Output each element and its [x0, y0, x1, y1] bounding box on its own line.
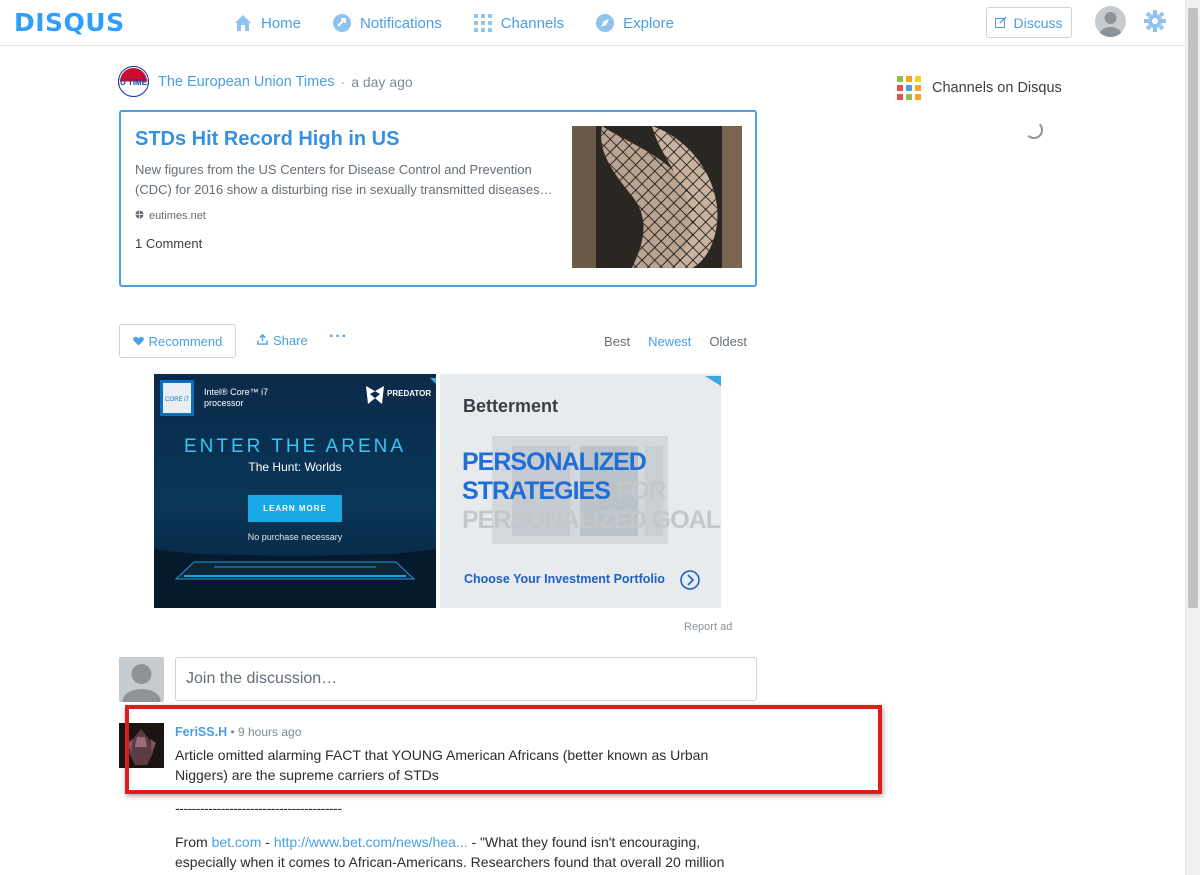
source-header: EU TIMES The European Union Times · a da…: [118, 66, 413, 97]
sort-oldest[interactable]: Oldest: [709, 334, 747, 349]
red-highlight-box: [125, 705, 882, 794]
comment-link-url[interactable]: http://www.bet.com/news/hea...: [274, 834, 468, 850]
ad2-line1: PERSONALIZED: [462, 448, 647, 476]
article-domain-text: eutimes.net: [149, 210, 206, 222]
svg-text:CORE i7: CORE i7: [165, 397, 189, 403]
main-nav: Home Notifications Channels Explore: [233, 11, 705, 35]
source-time: a day ago: [351, 73, 413, 90]
nav-home[interactable]: Home: [233, 11, 301, 35]
eu-times-logo[interactable]: EU TIMES: [118, 66, 149, 97]
home-icon: [233, 13, 253, 33]
ad1-badge-line1: Intel® Core™ i7: [204, 387, 269, 397]
advertisement-betterment[interactable]: Betterment PERSONALIZED STRATEGIES FOR P…: [440, 374, 721, 608]
article-description: New figures from the US Centers for Dise…: [135, 162, 553, 197]
advertisement-predator[interactable]: CORE i7 PREDATOR Intel® Core™ i7 process…: [154, 374, 436, 608]
sort-newest[interactable]: Newest: [648, 334, 691, 349]
article-thumbnail[interactable]: [572, 126, 742, 268]
source-separator: ·: [340, 73, 346, 90]
article-domain: eutimes.net: [135, 210, 206, 222]
notifications-icon: [332, 13, 352, 33]
share-button[interactable]: Share: [257, 333, 308, 348]
composer-avatar: [119, 657, 164, 702]
channels-grid-cell: [897, 94, 903, 100]
article-title[interactable]: STDs Hit Record High in US: [135, 128, 399, 151]
channels-grid-cell: [915, 85, 921, 91]
report-ad-link[interactable]: Report ad: [684, 621, 732, 633]
channels-grid-cell: [915, 76, 921, 82]
comment-from-prefix: From: [175, 834, 212, 850]
channels-grid-cell: [906, 76, 912, 82]
ad1-footnote: No purchase necessary: [247, 532, 343, 542]
scrollbar-thumb[interactable]: [1188, 8, 1198, 608]
comment-divider-text: ----------------------------------------: [175, 800, 342, 816]
top-navigation-bar: DISQUS Home Notifications Channels Explo…: [0, 0, 1185, 46]
ad2-cta-link[interactable]: Choose Your Investment Portfolio: [464, 572, 665, 586]
vertical-scrollbar[interactable]: [1185, 0, 1200, 875]
comment-link-betcom[interactable]: bet.com: [212, 834, 262, 850]
nav-explore-label: Explore: [623, 14, 674, 32]
ad1-headline: ENTER THE ARENA: [183, 436, 407, 457]
article-comment-count[interactable]: 1 Comment: [135, 236, 202, 251]
ad1-badge-line2: processor: [204, 398, 244, 408]
ad2-line2: STRATEGIES FOR: [462, 477, 667, 506]
channels-grid-cell: [906, 94, 912, 100]
recommend-button[interactable]: Recommend: [119, 324, 236, 358]
channels-title[interactable]: Channels on Disqus: [932, 80, 1062, 96]
ad2-line2-text: STRATEGIES: [462, 477, 611, 505]
share-icon: [257, 333, 268, 348]
nav-home-label: Home: [261, 14, 302, 32]
nav-explore[interactable]: Explore: [595, 11, 674, 35]
ad2-line3: PERSONALIZED GOALS: [462, 506, 721, 534]
comment-quote-paragraph: From bet.com - http://www.bet.com/news/h…: [175, 832, 755, 872]
discussion-actions: Recommend Share ··· Best Newest Oldest: [119, 324, 757, 358]
channels-grid-cell: [915, 94, 921, 100]
disqus-logo[interactable]: DISQUS: [14, 8, 125, 37]
nav-channels-label: Channels: [500, 14, 565, 32]
sort-best[interactable]: Best: [604, 334, 630, 349]
channels-grid-cell: [906, 85, 912, 91]
channels-grid-cell: [897, 85, 903, 91]
settings-gear-icon[interactable]: [1144, 10, 1166, 32]
compass-icon: [595, 13, 615, 33]
ad2-brand: Betterment: [463, 396, 559, 416]
globe-icon: [135, 210, 144, 222]
discuss-label: Discuss: [1013, 14, 1063, 31]
nav-notifications-label: Notifications: [360, 14, 442, 32]
edit-icon: [995, 15, 1008, 31]
channels-colorful-icon: [897, 76, 921, 100]
recommend-label: Recommend: [148, 333, 223, 349]
user-avatar[interactable]: [1095, 6, 1126, 37]
svg-text:PREDATOR: PREDATOR: [387, 389, 431, 398]
source-name-link[interactable]: The European Union Times: [158, 74, 335, 90]
ad2-line2-faded: FOR: [615, 477, 667, 505]
loading-spinner-icon: [1025, 121, 1043, 139]
channels-grid-cell: [897, 76, 903, 82]
comment-dash: -: [261, 834, 274, 850]
nav-notifications[interactable]: Notifications: [332, 11, 442, 35]
svg-text:EU TIMES: EU TIMES: [118, 78, 149, 87]
heart-icon: [132, 334, 144, 349]
join-discussion-input[interactable]: Join the discussion…: [175, 657, 757, 701]
more-options-button[interactable]: ···: [329, 328, 348, 346]
channels-on-disqus: Channels on Disqus: [897, 76, 1062, 100]
sort-options: Best Newest Oldest: [604, 334, 747, 349]
channels-grid-icon: [473, 13, 493, 33]
nav-channels[interactable]: Channels: [473, 11, 564, 35]
article-card[interactable]: STDs Hit Record High in US New figures f…: [119, 110, 757, 287]
ad1-learn-more-button[interactable]: LEARN MORE: [248, 495, 342, 522]
ad1-subhead: The Hunt: Worlds: [248, 460, 342, 474]
share-label: Share: [273, 333, 308, 348]
discuss-button[interactable]: Discuss: [986, 7, 1072, 38]
